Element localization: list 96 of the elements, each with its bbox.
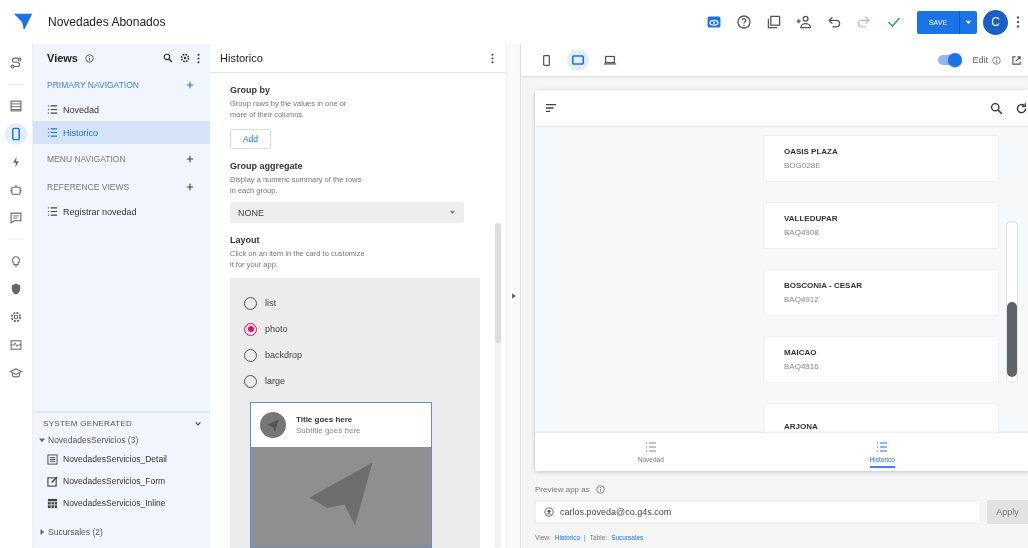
add-person-icon[interactable] <box>796 14 812 30</box>
more-icon[interactable] <box>491 52 494 64</box>
tree-group[interactable]: Sucursales (2) <box>35 524 210 540</box>
tablet-icon[interactable] <box>567 49 589 71</box>
copy-icon[interactable] <box>766 14 782 30</box>
sort-icon[interactable] <box>545 103 557 113</box>
panel-title: Historico <box>220 52 263 64</box>
graduation-cap-icon[interactable] <box>9 366 23 380</box>
section-heading: PRIMARY NAVIGATION <box>47 80 139 90</box>
edit-icon <box>47 475 58 487</box>
aggregate-dropdown[interactable]: NONE <box>230 202 464 223</box>
user-field[interactable]: carlos.poveda@co.g4s.com <box>535 500 981 524</box>
robot-icon[interactable] <box>9 183 23 197</box>
radio-label[interactable]: backdrop <box>265 350 303 360</box>
add-button[interactable]: Add <box>230 129 271 150</box>
edit-label: Edit <box>972 55 988 65</box>
card-subtitle: BOG028E <box>784 161 822 170</box>
lightbulb-icon[interactable] <box>9 254 23 268</box>
more-icon[interactable] <box>197 52 200 64</box>
record-card[interactable]: BOSCONIA - CESAR BAQ4912 <box>764 270 998 315</box>
card-title: ARJONA <box>784 422 819 431</box>
caret-icon[interactable] <box>39 437 45 443</box>
save-dropdown-button[interactable] <box>959 10 977 34</box>
detail-icon <box>47 453 58 465</box>
field-label: Layout <box>230 235 260 245</box>
settings-icon[interactable] <box>180 53 190 63</box>
table-icon[interactable] <box>9 99 23 113</box>
field-label: Group aggregate <box>230 161 303 172</box>
apply-button[interactable]: Apply <box>987 500 1028 524</box>
monitor-icon[interactable] <box>9 338 23 352</box>
app-title: Novedades Abonados <box>48 15 166 29</box>
panel-title: Views <box>47 52 78 64</box>
card-title: BOSCONIA - CESAR <box>784 281 863 290</box>
card-title: OASIS PLAZA <box>784 147 839 156</box>
chat-icon[interactable] <box>9 211 23 225</box>
record-card[interactable]: ARJONA <box>764 404 998 433</box>
route-icon[interactable] <box>9 56 23 70</box>
list-icon <box>47 127 58 138</box>
help-icon[interactable] <box>736 14 752 30</box>
card-subtitle: BAQ4912 <box>784 295 820 304</box>
list-icon <box>644 441 657 453</box>
card-subtitle: Subtitle goes here <box>296 426 361 435</box>
list-icon <box>47 206 58 217</box>
card-title: VALLEDUPAR <box>784 214 839 223</box>
open-external-icon[interactable] <box>1011 54 1022 66</box>
search-icon[interactable] <box>990 101 1003 115</box>
scrollbar-thumb[interactable] <box>1007 302 1017 377</box>
tree-group[interactable]: NovedadesServicios (3) <box>35 432 210 448</box>
collapse-icon[interactable] <box>511 293 516 299</box>
view-item[interactable]: Historico <box>33 121 210 144</box>
shield-icon[interactable] <box>9 282 23 296</box>
tree-item[interactable]: NovedadesServicios_Detail <box>33 448 210 470</box>
table-icon <box>47 497 58 509</box>
caret-icon[interactable] <box>39 529 45 535</box>
search-icon[interactable] <box>163 53 173 63</box>
avatar-icon <box>260 412 286 438</box>
radio-label[interactable]: photo <box>265 324 288 334</box>
card-subtitle: BAQ4908 <box>784 228 820 237</box>
undo-icon[interactable] <box>826 14 842 30</box>
section-heading: REFERENCE VIEWS <box>47 182 130 192</box>
radio-label[interactable]: list <box>265 298 276 308</box>
radio-button[interactable] <box>244 322 257 336</box>
list-icon <box>47 104 58 115</box>
view-item[interactable]: Registrar novedad <box>33 200 210 223</box>
field-label: Group by <box>230 85 270 95</box>
section-heading: SYSTEM GENERATED <box>43 419 133 428</box>
tree-item[interactable]: NovedadesServicios_Form <box>33 470 210 492</box>
section-heading: MENU NAVIGATION <box>47 154 126 164</box>
record-card[interactable]: VALLEDUPAR BAQ4908 <box>764 203 998 248</box>
card-subtitle: BAQ4916 <box>784 362 820 371</box>
user-avatar[interactable]: C <box>983 9 1008 35</box>
settings-icon[interactable] <box>9 310 23 324</box>
field-label: Preview app as <box>535 485 590 494</box>
record-card[interactable]: OASIS PLAZA BOG028E <box>764 136 998 181</box>
tree-item[interactable]: NovedadesServicios_Inline <box>33 492 210 514</box>
info-icon[interactable] <box>85 53 94 63</box>
add-icon[interactable] <box>186 81 194 89</box>
add-icon[interactable] <box>186 183 194 191</box>
caret-icon <box>449 209 456 217</box>
edit-toggle[interactable] <box>938 55 961 65</box>
radio-label[interactable]: large <box>265 376 285 386</box>
card-title: MAICAO <box>784 348 818 357</box>
preview-icon[interactable] <box>706 14 722 30</box>
info-icon[interactable] <box>992 55 1001 65</box>
more-icon[interactable] <box>1016 16 1020 28</box>
card-preview[interactable]: Title goes here Subtitle goes here <box>250 402 432 548</box>
card-title: Title goes here <box>296 415 354 424</box>
refresh-icon[interactable] <box>1015 101 1028 115</box>
list-icon <box>876 441 889 453</box>
person-icon <box>544 507 554 517</box>
add-icon[interactable] <box>186 155 194 163</box>
chevron-icon[interactable] <box>194 419 202 428</box>
phone-icon[interactable] <box>5 123 27 145</box>
record-card[interactable]: MAICAO BAQ4916 <box>764 337 998 382</box>
info-icon[interactable] <box>595 485 605 494</box>
view-item[interactable]: Novedad <box>33 98 210 121</box>
